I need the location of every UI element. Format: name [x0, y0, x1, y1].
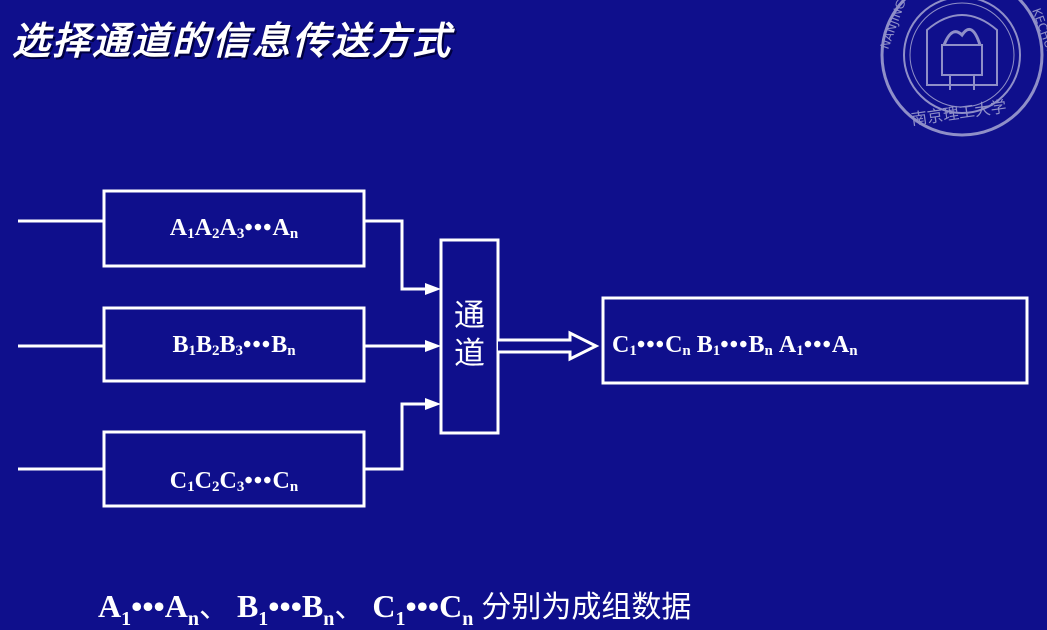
- box-c-label: C1 C2 C3 ••• Cn: [169, 467, 299, 495]
- connector-c: [364, 402, 432, 471]
- channel-label-line2: 道: [454, 336, 485, 372]
- channel-label: 通 道: [441, 297, 498, 373]
- channel-diagram: [18, 189, 1029, 508]
- box-a-label: A1 A2 A3 ••• An: [169, 214, 299, 242]
- footer-text: 分别为成组数据: [481, 590, 692, 625]
- arrowhead-a: [425, 283, 441, 295]
- output-label: C1 ••• Cn B1 ••• Bn A1 ••• An: [612, 331, 858, 359]
- output-arrow: [498, 330, 600, 362]
- box-b-label: B1 B2 B3 ••• Bn: [172, 331, 296, 359]
- connector-a: [364, 219, 432, 291]
- arrowhead-c: [425, 398, 441, 410]
- channel-label-line1: 通: [454, 298, 485, 334]
- arrowhead-b: [425, 340, 441, 352]
- footer-caption: A1•••An、 B1•••Bn、 C1•••Cn 分别为成组数据: [98, 588, 692, 630]
